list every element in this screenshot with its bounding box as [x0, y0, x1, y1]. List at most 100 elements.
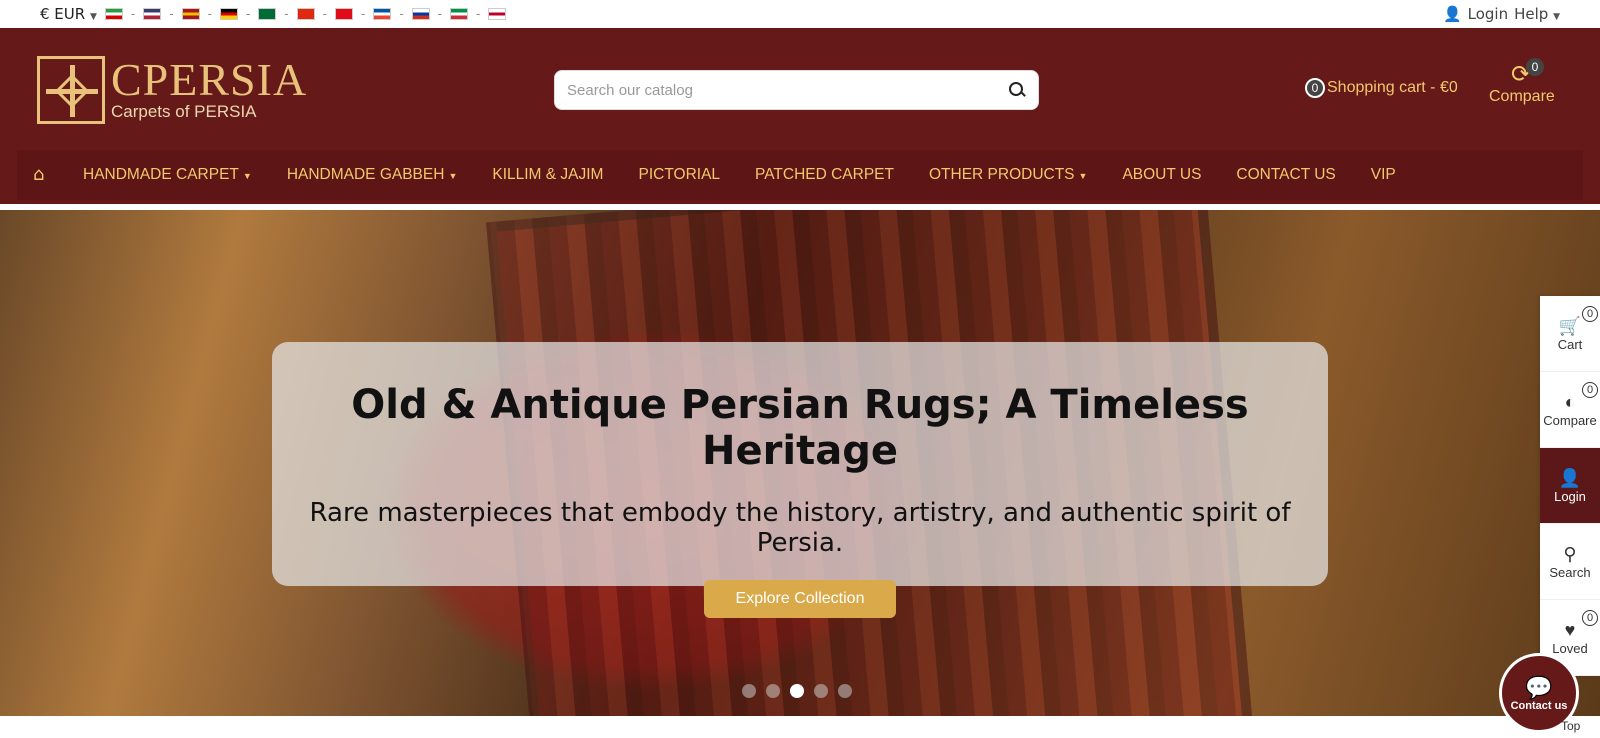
side-loved-label: Loved	[1552, 641, 1588, 656]
nav-item-label: KILLIM & JAJIM	[492, 166, 604, 183]
logo-emblem-icon	[37, 56, 105, 124]
france-flag[interactable]	[373, 8, 392, 20]
flag-separator: -	[130, 7, 136, 21]
usa-flag[interactable]	[143, 8, 162, 20]
side-login-button[interactable]: 👤 Login	[1540, 448, 1600, 524]
flag-separator: -	[207, 7, 212, 21]
germany-flag[interactable]	[219, 8, 238, 20]
side-cart-button[interactable]: 🛒 Cart 0	[1540, 296, 1600, 372]
nav-item-label: HANDMADE CARPET	[83, 166, 239, 183]
side-compare-button[interactable]: ◐ Compare 0	[1540, 372, 1600, 448]
side-compare-label: Compare	[1543, 413, 1597, 428]
chevron-down-icon: ▼	[1078, 171, 1088, 181]
user-icon: 👤	[1442, 5, 1462, 23]
nav-item-contact-us[interactable]: CONTACT US	[1236, 166, 1335, 184]
compare-label: Compare	[1489, 88, 1555, 105]
cart-icon: 🛒	[1558, 316, 1582, 336]
heart-icon: ♥	[1564, 620, 1576, 640]
flag-separator: -	[169, 7, 174, 21]
nav-item-label: HANDMADE GABBEH	[286, 166, 445, 183]
chevron-down-icon: ▼	[1553, 12, 1560, 22]
side-search-button[interactable]: ⚲ Search	[1540, 524, 1600, 600]
turkey-flag[interactable]	[334, 8, 353, 20]
nav-item-pictorial[interactable]: PICTORIAL	[638, 166, 720, 184]
search-icon[interactable]	[1008, 81, 1026, 99]
site-header: CPERSIA Carpets of PERSIA 0 Shopping car…	[0, 28, 1600, 204]
nav-item-label: VIP	[1370, 166, 1396, 183]
cart-label: Shopping cart - €0	[1327, 79, 1458, 96]
flag-separator: -	[360, 7, 366, 21]
hero-slider: Old & Antique Persian Rugs; A Timeless H…	[0, 210, 1600, 716]
home-icon[interactable]: ⌂	[33, 166, 51, 184]
logo-subtitle: Carpets of PERSIA	[111, 102, 257, 121]
flag-separator: -	[476, 7, 481, 21]
nav-item-label: PICTORIAL	[638, 166, 721, 183]
japan-flag[interactable]	[488, 8, 507, 20]
hero-title: Old & Antique Persian Rugs; A Timeless H…	[351, 382, 1249, 474]
currency-selector[interactable]: € EUR ▼	[40, 5, 97, 23]
nav-item-label: CONTACT US	[1236, 166, 1336, 183]
slider-dot[interactable]	[766, 684, 780, 698]
language-currency-bar: € EUR ▼ - - - - - - - - - -	[40, 5, 507, 23]
nav-item-patched-carpet[interactable]: PATCHED CARPET	[755, 166, 894, 184]
chevron-down-icon: ▼	[448, 171, 458, 181]
saudi-flag[interactable]	[258, 8, 277, 20]
side-loved-badge: 0	[1582, 610, 1598, 626]
side-compare-badge: 0	[1582, 382, 1598, 398]
nav-item-about-us[interactable]: ABOUT US	[1122, 166, 1201, 184]
explore-collection-button[interactable]: Explore Collection	[703, 580, 897, 618]
nav-item-label: OTHER PRODUCTS	[928, 166, 1075, 183]
nav-item-other-products[interactable]: OTHER PRODUCTS ▼	[929, 166, 1087, 184]
slider-dot[interactable]	[814, 684, 828, 698]
side-cart-label: Cart	[1557, 337, 1583, 352]
main-navigation: ⌂ HANDMADE CARPET ▼ HANDMADE GABBEH ▼ KILLIM…	[17, 150, 1583, 200]
nav-item-label: ABOUT US	[1122, 166, 1202, 183]
search-icon: ⚲	[1563, 544, 1577, 564]
spain-flag[interactable]	[181, 8, 200, 20]
chevron-down-icon: ▼	[89, 12, 97, 22]
chevron-down-icon: ▼	[242, 171, 252, 181]
slider-dot[interactable]	[742, 684, 756, 698]
russia-flag[interactable]	[411, 8, 430, 20]
nav-item-label: PATCHED CARPET	[755, 166, 894, 183]
search-bar	[554, 70, 1039, 110]
logo-brand: CPERSIA	[111, 54, 308, 105]
flag-separator: -	[245, 7, 251, 21]
account-links: 👤 Login Help ▼	[1443, 5, 1560, 23]
contrast-icon: ◐	[1564, 392, 1576, 412]
side-search-label: Search	[1549, 565, 1591, 580]
slider-dot[interactable]	[838, 684, 852, 698]
user-icon: 👤	[1558, 468, 1582, 488]
side-login-label: Login	[1554, 489, 1586, 504]
nav-item-vip[interactable]: VIP	[1371, 166, 1396, 184]
flag-separator: -	[284, 7, 289, 21]
flag-separator: -	[322, 7, 327, 21]
side-panel: 🛒 Cart 0 ◐ Compare 0 👤 Login ⚲ Search ♥ …	[1540, 296, 1600, 676]
china-flag[interactable]	[296, 8, 315, 20]
language-flags: ----------	[104, 7, 507, 21]
search-input[interactable]	[567, 81, 1008, 99]
nav-item-handmade-gabbeh[interactable]: HANDMADE GABBEH ▼	[287, 166, 458, 184]
iran-flag[interactable]	[104, 8, 123, 20]
help-menu[interactable]: Help ▼	[1514, 5, 1560, 23]
back-to-top-link[interactable]: Top	[1561, 719, 1580, 733]
compare-count-badge: 0	[1526, 58, 1544, 76]
compare-link[interactable]: ⟳ 0 Compare	[1489, 58, 1555, 106]
flag-separator: -	[437, 7, 442, 21]
shopping-cart-link[interactable]: 0 Shopping cart - €0	[1305, 78, 1458, 98]
hero-subtitle: Rare masterpieces that embody the histor…	[309, 498, 1291, 558]
hero-caption-box: Old & Antique Persian Rugs; A Timeless H…	[272, 342, 1328, 618]
slider-dot[interactable]	[790, 684, 804, 698]
side-cart-badge: 0	[1582, 306, 1598, 322]
site-logo[interactable]: CPERSIA Carpets of PERSIA	[37, 56, 307, 124]
flag-separator: -	[399, 7, 404, 21]
cart-count-badge: 0	[1305, 78, 1325, 98]
contact-us-label: Contact us	[1510, 700, 1568, 712]
login-link[interactable]: Login	[1468, 5, 1508, 23]
chat-bubble-icon: 💬	[1525, 675, 1553, 700]
nav-item-killim-jajim[interactable]: KILLIM & JAJIM	[492, 166, 603, 184]
slider-dots	[742, 684, 852, 698]
top-bar: € EUR ▼ - - - - - - - - - - 👤 Login Help ▼	[0, 0, 1600, 28]
italy-flag[interactable]	[450, 8, 468, 20]
nav-item-handmade-carpet[interactable]: HANDMADE CARPET ▼	[83, 166, 252, 184]
